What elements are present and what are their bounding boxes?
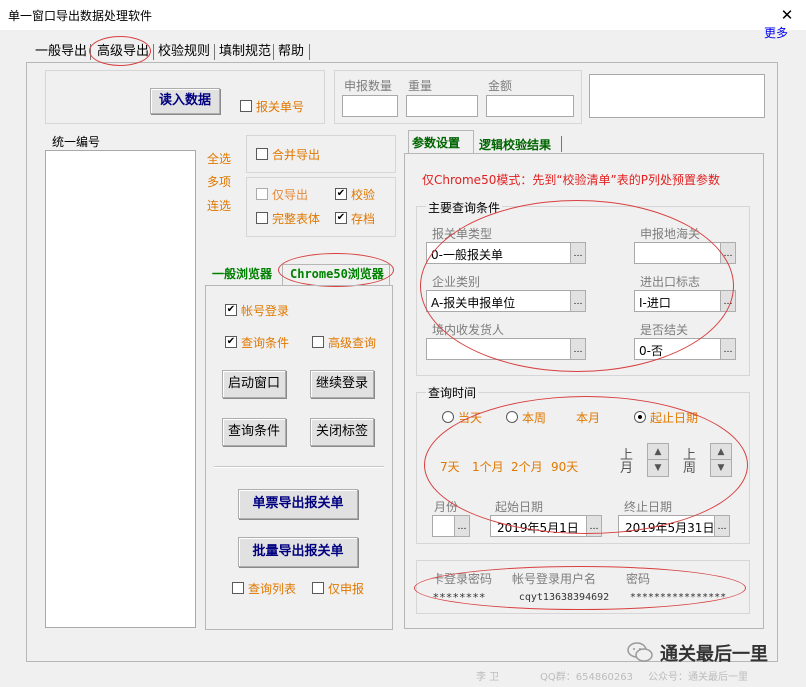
verify-label: 校验: [351, 188, 376, 202]
query-conditions-label: 查询条件: [241, 336, 290, 350]
highlight-ring: [278, 253, 394, 287]
tab-verify-rules[interactable]: 校验规则: [153, 42, 215, 62]
declare-only-label: 仅申报: [328, 582, 365, 596]
merge-export-label: 合并导出: [272, 148, 321, 162]
query-list-label: 查询列表: [248, 582, 297, 596]
query-list-checkbox[interactable]: [232, 582, 244, 594]
account-login-label: 帐号登录: [241, 304, 290, 318]
brand-name: 通关最后一里: [660, 644, 768, 665]
export-only-checkbox[interactable]: [256, 188, 268, 200]
weight-field[interactable]: [406, 95, 478, 117]
export-only-label: 仅导出: [272, 188, 309, 202]
qty-field[interactable]: [342, 95, 398, 117]
full-body-label: 完整表体: [272, 212, 321, 226]
read-data-button[interactable]: 读入数据: [150, 88, 220, 114]
account-login-checkbox[interactable]: ✔: [225, 304, 237, 316]
multi-select-link[interactable]: 多项: [207, 173, 231, 190]
start-window-button[interactable]: 启动窗口: [222, 370, 286, 398]
divider: [214, 466, 384, 468]
unified-no-label: 统一编号: [52, 135, 101, 149]
declaration-no-label: 报关单号: [256, 100, 305, 114]
qq-watermark: QQ群：654860263: [540, 672, 634, 683]
more-link[interactable]: 更多: [764, 24, 788, 41]
batch-export-button[interactable]: 批量导出报关单: [238, 537, 358, 567]
wechat-logo-icon: [626, 640, 654, 664]
close-tab-button[interactable]: 关闭标签: [310, 418, 374, 446]
today-radio[interactable]: [442, 411, 454, 423]
continue-login-button[interactable]: 继续登录: [310, 370, 374, 398]
merge-export-checkbox[interactable]: [256, 148, 268, 160]
declaration-no-checkbox[interactable]: [240, 100, 252, 112]
close-button[interactable]: ✕: [775, 4, 799, 26]
advanced-query-label: 高级查询: [328, 336, 377, 350]
tab-separator: [309, 44, 310, 60]
highlight-ring: [424, 396, 748, 534]
tab-fill-rules[interactable]: 填制规范: [214, 42, 276, 62]
verify-checkbox[interactable]: ✔: [335, 188, 347, 200]
full-body-checkbox[interactable]: [256, 212, 268, 224]
tab-general-browser[interactable]: 一般浏览器: [212, 265, 272, 282]
tab-help[interactable]: 帮助: [273, 42, 309, 62]
account-watermark: 公众号：通关最后一里: [648, 672, 748, 683]
archive-checkbox[interactable]: ✔: [335, 212, 347, 224]
highlight-ring: [420, 200, 734, 372]
merge-group: [246, 135, 396, 173]
month-dropdown-button[interactable]: …: [454, 515, 470, 537]
tab-params[interactable]: 参数设置: [412, 134, 460, 151]
select-all-link[interactable]: 全选: [207, 150, 231, 167]
month-picker[interactable]: …: [432, 515, 470, 537]
end-date-dropdown-button[interactable]: …: [714, 515, 730, 537]
highlight-ring: [414, 566, 746, 610]
weight-label: 重量: [408, 79, 433, 93]
highlight-ring: [89, 36, 151, 66]
advanced-query-checkbox[interactable]: [312, 336, 324, 348]
tab-separator: [561, 136, 562, 152]
continuous-select-link[interactable]: 连选: [207, 197, 231, 214]
single-export-button[interactable]: 单票导出报关单: [238, 489, 358, 519]
query-conditions-checkbox[interactable]: ✔: [225, 336, 237, 348]
unified-no-list[interactable]: [45, 150, 196, 628]
left-watermark: 李 卫: [476, 672, 500, 683]
archive-label: 存档: [351, 212, 376, 226]
query-time-title: 查询时间: [426, 384, 479, 401]
info-box[interactable]: [589, 74, 765, 118]
amount-label: 金额: [488, 79, 513, 93]
tab-logic-results[interactable]: 逻辑校验结果: [479, 136, 551, 153]
declare-only-checkbox[interactable]: [312, 582, 324, 594]
closed-dropdown-button[interactable]: …: [720, 338, 736, 360]
query-conditions-button[interactable]: 查询条件: [222, 418, 286, 446]
tab-general-export[interactable]: 一般导出: [30, 42, 92, 62]
window-title: 单一窗口导出数据处理软件: [8, 9, 153, 23]
amount-field[interactable]: [486, 95, 574, 117]
qty-label: 申报数量: [344, 79, 393, 93]
chrome-notice: 仅Chrome50模式：先到“校验清单”表的P列处预置参数: [422, 173, 721, 187]
